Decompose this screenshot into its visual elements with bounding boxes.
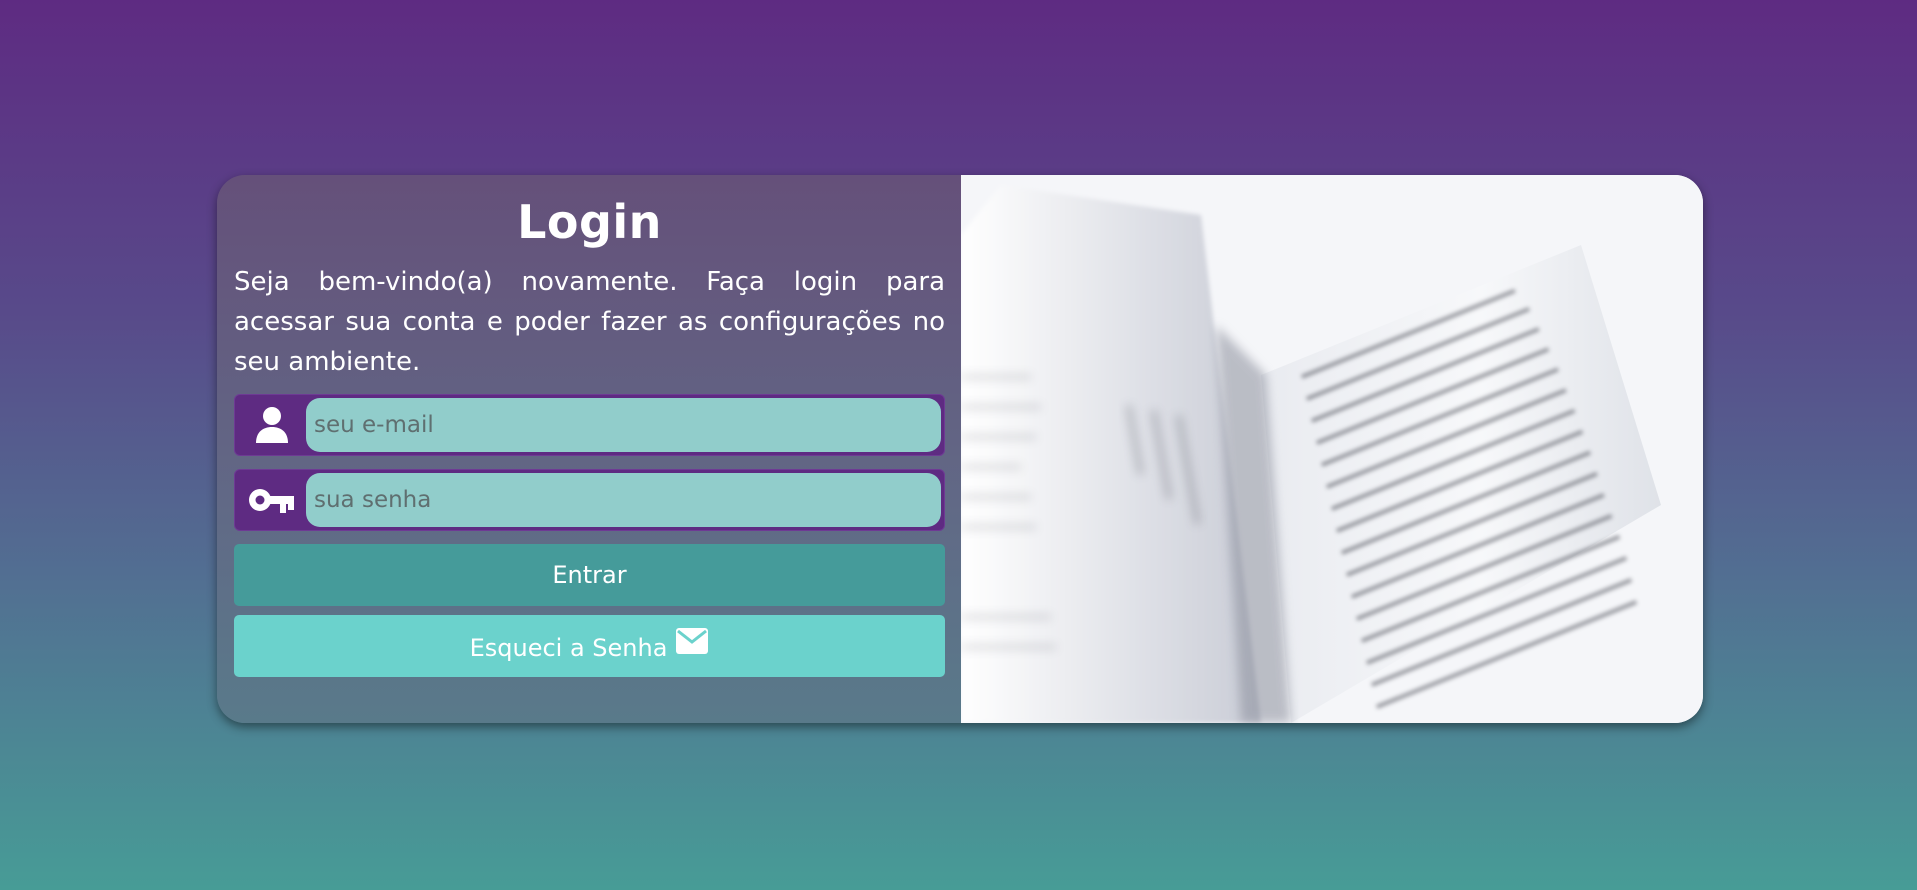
password-input-group — [234, 468, 945, 531]
key-icon — [238, 473, 306, 527]
login-button[interactable]: Entrar — [234, 543, 945, 606]
login-card: Login Seja bem-vindo(a) novamente. Faça … — [217, 175, 1703, 723]
book-image — [961, 175, 1703, 723]
forgot-password-label: Esqueci a Senha — [469, 634, 668, 663]
email-input-group — [234, 393, 945, 456]
mail-icon — [675, 627, 709, 655]
login-button-label: Entrar — [552, 560, 627, 589]
forgot-password-button[interactable]: Esqueci a Senha — [234, 614, 945, 677]
password-input[interactable] — [306, 472, 941, 527]
login-panel: Login Seja bem-vindo(a) novamente. Faça … — [217, 175, 961, 723]
welcome-text: Seja bem-vindo(a) novamente. Faça login … — [234, 266, 945, 377]
email-input[interactable] — [306, 397, 941, 452]
user-icon — [238, 398, 306, 452]
page-title: Login — [517, 195, 662, 249]
